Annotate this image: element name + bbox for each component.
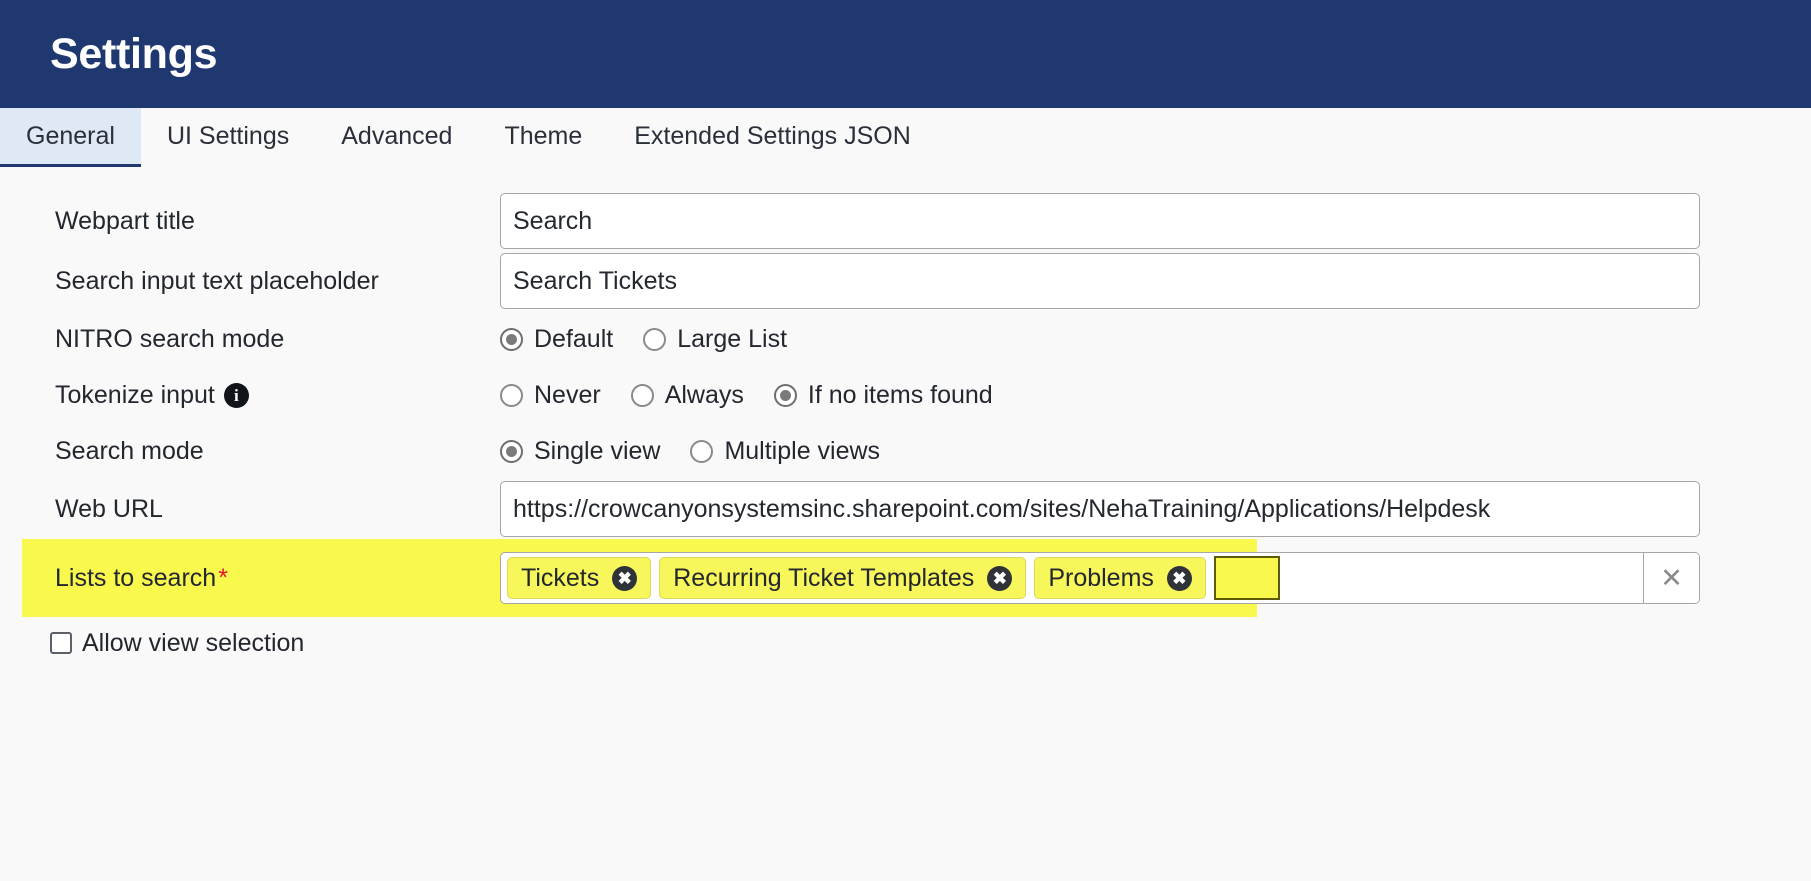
radio-label: Large List — [677, 324, 788, 353]
row-allow-view-selection: Allow view selection — [0, 617, 1811, 669]
radio-mark-icon — [630, 383, 654, 407]
control-search-mode: Single view Multiple views — [500, 437, 1781, 466]
label-search-mode: Search mode — [55, 436, 204, 465]
radio-mark-icon — [643, 327, 667, 351]
control-web-url — [500, 481, 1781, 537]
radio-nitro-large-list[interactable]: Large List — [643, 325, 787, 354]
info-icon[interactable]: i — [223, 382, 249, 408]
tag-label: Tickets — [521, 563, 600, 592]
settings-form: Webpart title Search input text placehol… — [0, 167, 1811, 881]
page-title: Settings — [50, 29, 218, 78]
tag-item[interactable]: Problems ✖ — [1034, 557, 1206, 599]
clear-all-icon[interactable]: ✕ — [1643, 553, 1699, 603]
radio-label: Default — [534, 324, 614, 353]
label-lists-to-search-text: Lists to search — [55, 563, 217, 592]
radio-label: Never — [534, 380, 601, 409]
label-webpart-title: Webpart title — [55, 206, 195, 235]
tab-bar: General UI Settings Advanced Theme Exten… — [0, 108, 1811, 167]
tag-remove-icon[interactable]: ✖ — [612, 565, 638, 591]
tag-label: Problems — [1048, 563, 1154, 592]
tab-ui-settings[interactable]: UI Settings — [141, 108, 315, 167]
row-lists-to-search: Lists to search * Tickets ✖ Recurring Tic… — [22, 539, 1700, 617]
label-web-url: Web URL — [55, 494, 163, 523]
checkbox-icon — [50, 632, 72, 654]
radio-group-search-mode: Single view Multiple views — [500, 437, 880, 466]
radio-group-nitro-search-mode: Default Large List — [500, 325, 787, 354]
label-nitro-search-mode: NITRO search mode — [55, 324, 285, 353]
row-webpart-title: Webpart title — [0, 191, 1811, 251]
control-webpart-title — [500, 193, 1781, 249]
tag-label: Recurring Ticket Templates — [673, 563, 975, 592]
webpart-title-input[interactable] — [500, 193, 1700, 249]
row-search-placeholder: Search input text placeholder — [0, 251, 1811, 311]
web-url-input[interactable] — [500, 481, 1700, 537]
radio-mark-icon — [773, 383, 797, 407]
radio-label: Single view — [534, 436, 661, 465]
tab-advanced[interactable]: Advanced — [315, 108, 478, 167]
radio-tokenize-never[interactable]: Never — [500, 381, 601, 410]
lists-to-search-input[interactable] — [1213, 556, 1280, 600]
settings-panel: Settings General UI Settings Advanced Th… — [0, 0, 1811, 881]
radio-group-tokenize-input: Never Always If no items found — [500, 381, 993, 410]
label-tokenize-input: Tokenize input i — [55, 381, 500, 410]
tag-item[interactable]: Tickets ✖ — [507, 557, 652, 599]
control-nitro-search-mode: Default Large List — [500, 325, 1781, 354]
header-bar: Settings — [0, 0, 1811, 108]
radio-label: Multiple views — [724, 436, 881, 465]
radio-mark-icon — [500, 327, 523, 351]
label-tokenize-input-text: Tokenize input — [55, 380, 215, 409]
tab-theme[interactable]: Theme — [478, 108, 608, 167]
row-tokenize-input: Tokenize input i Never Always If no item… — [0, 367, 1811, 423]
radio-tokenize-if-no-items-found[interactable]: If no items found — [773, 380, 993, 410]
radio-nitro-default[interactable]: Default — [500, 325, 613, 354]
row-web-url: Web URL — [0, 479, 1811, 539]
control-search-placeholder — [500, 253, 1781, 309]
label-search-placeholder: Search input text placeholder — [55, 266, 379, 295]
label-lists-to-search: Lists to search * — [55, 564, 500, 593]
row-search-mode: Search mode Single view Multiple views — [0, 423, 1811, 479]
control-tokenize-input: Never Always If no items found — [500, 381, 1781, 410]
tag-area: Tickets ✖ Recurring Ticket Templates ✖ P… — [501, 553, 1643, 603]
radio-search-mode-multiple-views[interactable]: Multiple views — [690, 437, 880, 466]
radio-label: Always — [664, 380, 744, 409]
radio-mark-icon — [500, 383, 523, 407]
radio-tokenize-always[interactable]: Always — [630, 380, 744, 410]
row-nitro-search-mode: NITRO search mode Default Large List — [0, 311, 1811, 367]
allow-view-selection-label: Allow view selection — [82, 628, 305, 657]
control-lists-to-search: Tickets ✖ Recurring Ticket Templates ✖ P… — [500, 552, 1700, 604]
tab-general[interactable]: General — [0, 108, 141, 167]
radio-mark-icon — [690, 439, 714, 463]
tab-extended-settings-json[interactable]: Extended Settings JSON — [608, 108, 937, 167]
radio-label: If no items found — [807, 380, 993, 409]
allow-view-selection-checkbox[interactable]: Allow view selection — [50, 629, 304, 658]
radio-mark-icon — [500, 439, 523, 463]
lists-to-search-tag-field[interactable]: Tickets ✖ Recurring Ticket Templates ✖ P… — [500, 552, 1700, 604]
radio-search-mode-single-view[interactable]: Single view — [500, 437, 660, 466]
required-marker: * — [218, 563, 228, 592]
tag-remove-icon[interactable]: ✖ — [987, 565, 1013, 591]
tag-item[interactable]: Recurring Ticket Templates ✖ — [659, 557, 1027, 599]
tag-remove-icon[interactable]: ✖ — [1166, 565, 1192, 591]
search-placeholder-input[interactable] — [500, 253, 1700, 309]
